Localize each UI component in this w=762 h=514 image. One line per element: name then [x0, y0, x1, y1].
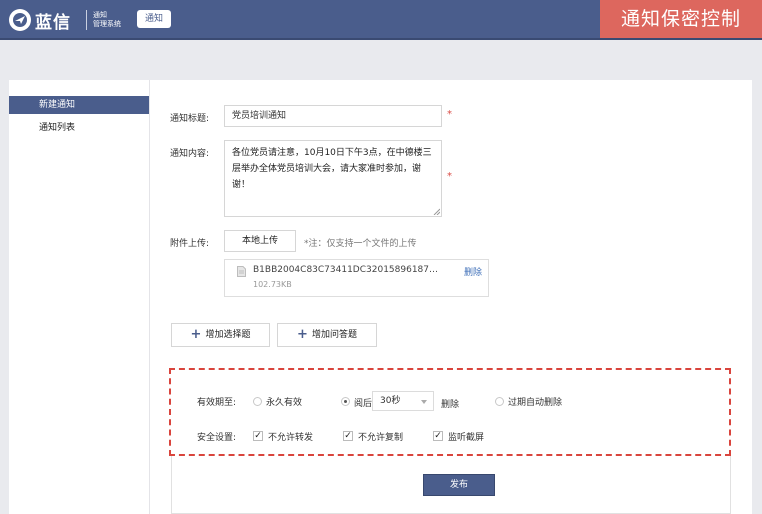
sidebar-item-new-notice[interactable]: 新建通知	[9, 96, 149, 114]
add-qa-question-label: 增加问答题	[311, 330, 357, 340]
title-required-mark: *	[447, 109, 452, 120]
content-required-mark: *	[447, 171, 452, 182]
option-permanent-label: 永久有效	[266, 398, 303, 408]
checkbox-no-copy[interactable]: ✓	[343, 431, 353, 441]
screenshot-monitor-label: 监听截屏	[448, 433, 485, 443]
radio-after-read[interactable]	[341, 397, 350, 406]
sidebar-item-notice-list[interactable]: 通知列表	[9, 119, 149, 137]
chevron-down-icon	[421, 400, 427, 404]
content-text: 各位党员请注意，10月10日下午3点，在中德楼三层举办全体党员培训大会，请大家准…	[232, 148, 432, 190]
check-icon: ✓	[344, 431, 352, 441]
system-name-line1: 通知	[93, 11, 107, 19]
validity-label: 有效期至:	[197, 398, 237, 408]
feature-banner: 通知保密控制	[600, 0, 762, 38]
after-read-duration-select[interactable]: 30秒	[372, 391, 434, 411]
checkbox-screenshot-monitor[interactable]: ✓	[433, 431, 443, 441]
lanxin-logo-icon	[9, 9, 31, 31]
local-upload-button[interactable]: 本地上传	[224, 230, 296, 252]
radio-permanent[interactable]	[253, 397, 262, 406]
attachment-label: 附件上传:	[170, 239, 210, 249]
security-label: 安全设置:	[197, 433, 237, 443]
checkbox-no-forward[interactable]: ✓	[253, 431, 263, 441]
after-read-duration-value: 30秒	[380, 396, 401, 406]
after-read-suffix: 删除	[441, 400, 460, 410]
system-name: 通知 管理系统	[93, 11, 121, 29]
module-tab-notice[interactable]: 通知	[137, 10, 171, 28]
title-label: 通知标题:	[170, 114, 210, 124]
delete-file-link[interactable]: 删除	[464, 265, 482, 278]
no-copy-label: 不允许复制	[358, 433, 404, 443]
radio-expire-delete[interactable]	[495, 397, 504, 406]
check-icon: ✓	[434, 431, 442, 441]
header-divider	[86, 10, 87, 30]
plus-icon: +	[190, 327, 202, 342]
file-name: B1BB2004C83C73411DC32015896187…	[253, 265, 439, 275]
title-input[interactable]: 党员培训通知	[224, 105, 442, 127]
file-icon	[237, 266, 246, 277]
file-size: 102.73KB	[253, 280, 292, 289]
attachment-file: B1BB2004C83C73411DC32015896187… 102.73KB…	[224, 259, 489, 297]
content-textarea[interactable]: 各位党员请注意，10月10日下午3点，在中德楼三层举办全体党员培训大会，请大家准…	[224, 140, 442, 217]
publish-button[interactable]: 发布	[423, 474, 495, 496]
no-forward-label: 不允许转发	[268, 433, 314, 443]
content-label: 通知内容:	[170, 149, 210, 159]
sidebar: 新建通知 通知列表	[9, 80, 150, 514]
add-qa-question-button[interactable]: + 增加问答题	[277, 323, 377, 347]
option-expire-delete-label: 过期自动删除	[508, 398, 563, 408]
system-name-line2: 管理系统	[93, 20, 121, 28]
add-choice-question-button[interactable]: + 增加选择题	[171, 323, 270, 347]
check-icon: ✓	[254, 431, 262, 441]
plus-icon: +	[297, 327, 308, 342]
add-choice-question-label: 增加选择题	[205, 330, 251, 340]
app-name: 蓝信	[35, 13, 71, 33]
upload-hint: *注：仅支持一个文件的上传	[304, 239, 417, 249]
option-after-read-label: 阅后	[354, 399, 373, 409]
resize-grip-icon[interactable]	[433, 208, 440, 215]
